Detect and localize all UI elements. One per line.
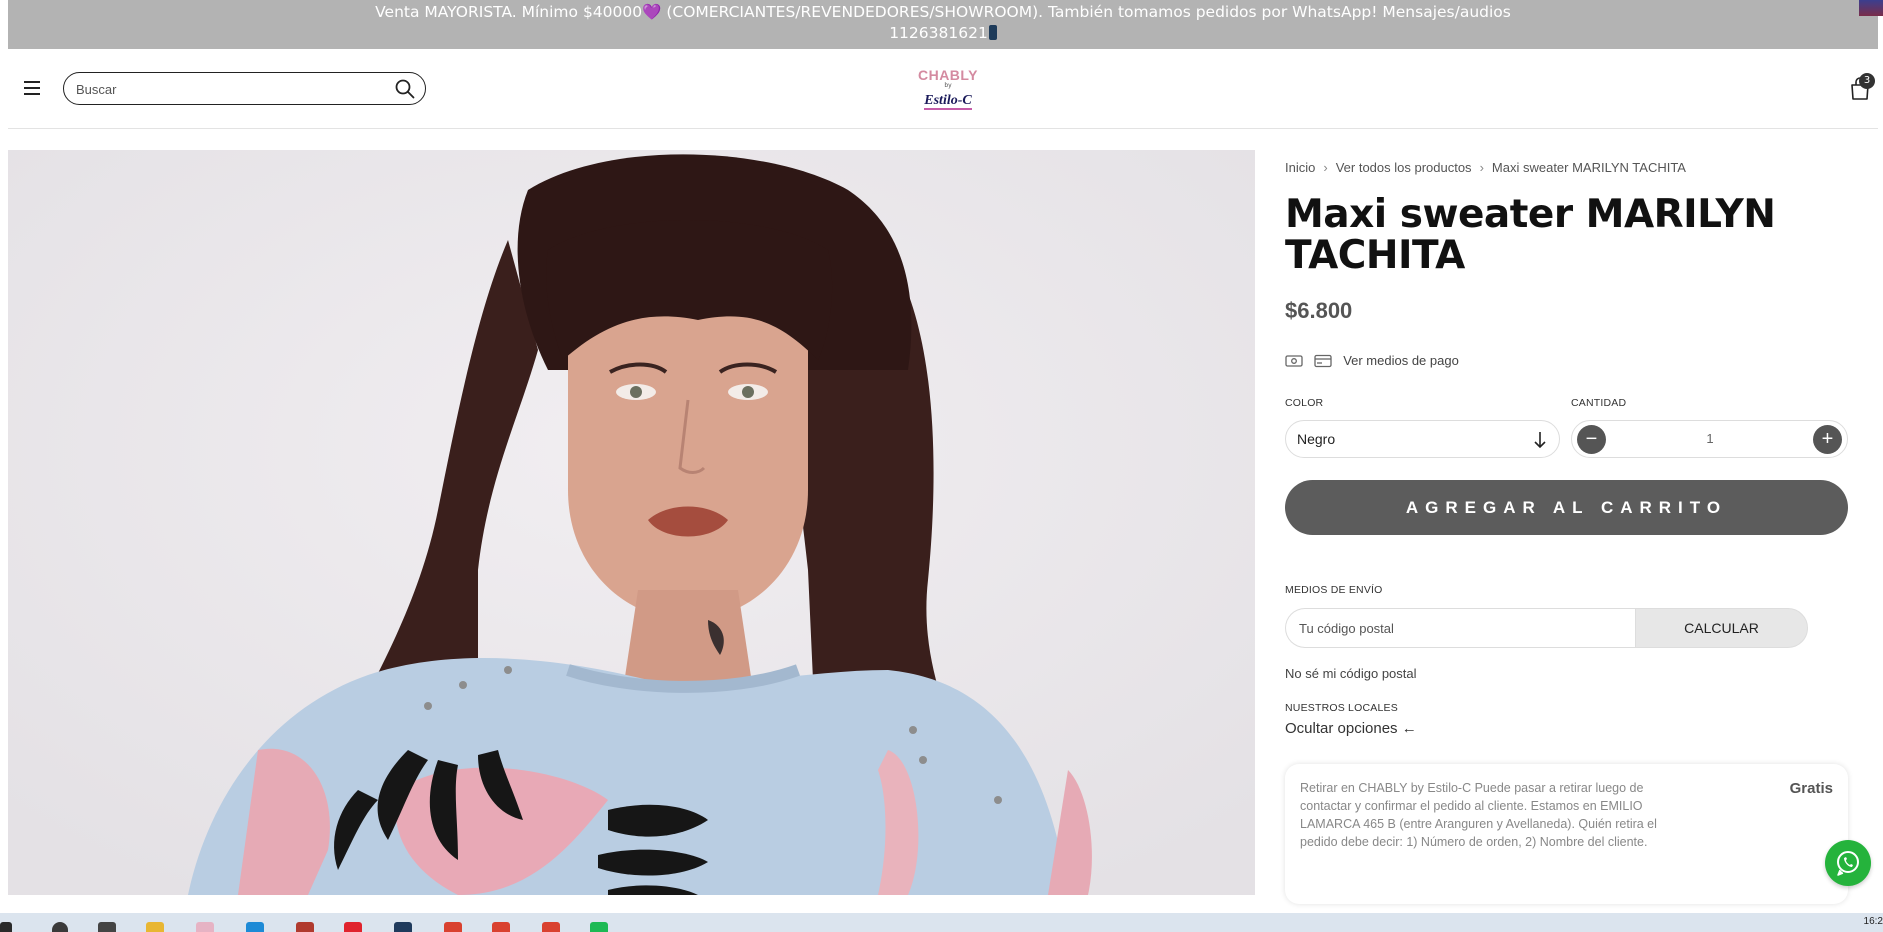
product-photo xyxy=(8,150,1255,895)
edge-icon[interactable] xyxy=(246,922,264,932)
pinterest-icon[interactable] xyxy=(344,922,362,932)
search-icon[interactable] xyxy=(395,79,415,99)
app-icon-2[interactable] xyxy=(296,922,314,932)
announcement-text: Venta MAYORISTA. Mínimo $40000 xyxy=(375,3,643,21)
announcement-line-1: Venta MAYORISTA. Mínimo $40000💜 (COMERCI… xyxy=(8,2,1878,23)
quantity-stepper: − 1 + xyxy=(1571,420,1848,458)
chrome-icon-3[interactable] xyxy=(542,922,560,932)
breadcrumb: Inicio › Ver todos los productos › Maxi swea… xyxy=(1285,160,1686,175)
quantity-value[interactable]: 1 xyxy=(1692,431,1728,446)
announcement-bar: Venta MAYORISTA. Mínimo $40000💜 (COMERCI… xyxy=(8,0,1878,49)
announcement-text-2: (COMERCIANTES/REVENDEDORES/SHOWROOM). Ta… xyxy=(661,3,1511,21)
store-logo[interactable]: CHABLY by Estilo-C xyxy=(913,67,983,113)
credit-card-icon xyxy=(1314,354,1332,367)
heart-icon: 💜 xyxy=(642,3,662,21)
search-input[interactable] xyxy=(76,79,376,99)
color-label: COLOR xyxy=(1285,397,1324,409)
site-header: CHABLY by Estilo-C 3 xyxy=(8,49,1878,129)
mobile-phone-icon xyxy=(988,25,997,40)
app-icon-3[interactable] xyxy=(394,922,412,932)
os-taskbar: 16:2 xyxy=(0,913,1883,932)
chrome-icon[interactable] xyxy=(444,922,462,932)
pickup-price: Gratis xyxy=(1789,780,1833,797)
product-price: $6.800 xyxy=(1285,298,1353,323)
stores-label: NUESTROS LOCALES xyxy=(1285,702,1398,714)
app-icon[interactable] xyxy=(196,922,214,932)
flag-icon xyxy=(1859,0,1883,16)
announcement-phone: 1126381621 xyxy=(889,24,988,42)
breadcrumb-separator: › xyxy=(1479,160,1484,175)
pickup-option-card[interactable]: Retirar en CHABLY by Estilo-C Puede pasa… xyxy=(1285,764,1848,904)
quantity-decrease-button[interactable]: − xyxy=(1577,425,1606,454)
menu-icon[interactable] xyxy=(24,81,40,95)
shipping-calculator: CALCULAR xyxy=(1285,608,1808,648)
color-select[interactable]: Negro xyxy=(1285,420,1560,458)
logo-line-3: Estilo-C xyxy=(924,93,972,110)
whatsapp-icon xyxy=(1837,851,1859,876)
breadcrumb-all-products[interactable]: Ver todos los productos xyxy=(1336,160,1472,175)
product-image[interactable] xyxy=(8,150,1255,895)
calculate-shipping-button[interactable]: CALCULAR xyxy=(1635,608,1808,648)
page: { "announcement": { "line1_prefix": "Ven… xyxy=(0,0,1883,932)
hide-options-toggle[interactable]: Ocultar opciones ← xyxy=(1285,720,1417,737)
pickup-description: Retirar en CHABLY by Estilo-C Puede pasa… xyxy=(1300,781,1657,849)
search-icon[interactable] xyxy=(52,922,68,932)
add-to-cart-button[interactable]: AGREGAR AL CARRITO xyxy=(1285,480,1848,535)
task-view-icon[interactable] xyxy=(98,922,116,932)
breadcrumb-separator: › xyxy=(1323,160,1328,175)
whatsapp-button[interactable] xyxy=(1825,840,1871,886)
arrow-down-icon xyxy=(1534,432,1546,449)
clock: 16:2 xyxy=(1863,916,1883,927)
product-title: Maxi sweater MARILYN TACHITA xyxy=(1285,192,1776,278)
breadcrumb-current: Maxi sweater MARILYN TACHITA xyxy=(1491,160,1686,175)
start-icon[interactable] xyxy=(0,922,12,932)
quantity-increase-button[interactable]: + xyxy=(1813,425,1842,454)
unknown-postal-code-link[interactable]: No sé mi código postal xyxy=(1285,666,1417,681)
announcement-line-2: 1126381621 xyxy=(8,23,1878,44)
breadcrumb-home[interactable]: Inicio xyxy=(1285,160,1315,175)
quantity-label: CANTIDAD xyxy=(1571,397,1627,409)
cart-count-badge: 3 xyxy=(1859,73,1875,89)
payment-methods-label: Ver medios de pago xyxy=(1343,353,1459,368)
shipping-label: MEDIOS DE ENVÍO xyxy=(1285,584,1383,596)
postal-code-input[interactable] xyxy=(1285,608,1637,648)
color-select-value: Negro xyxy=(1297,431,1336,447)
file-explorer-icon[interactable] xyxy=(146,922,164,932)
payment-methods-link[interactable]: Ver medios de pago xyxy=(1285,350,1459,370)
spotify-icon[interactable] xyxy=(590,922,608,932)
chrome-icon-2[interactable] xyxy=(492,922,510,932)
logo-line-2: by xyxy=(944,82,952,89)
logo-line-1: CHABLY xyxy=(917,67,979,83)
cash-icon xyxy=(1285,354,1303,367)
search-bar xyxy=(63,72,426,105)
